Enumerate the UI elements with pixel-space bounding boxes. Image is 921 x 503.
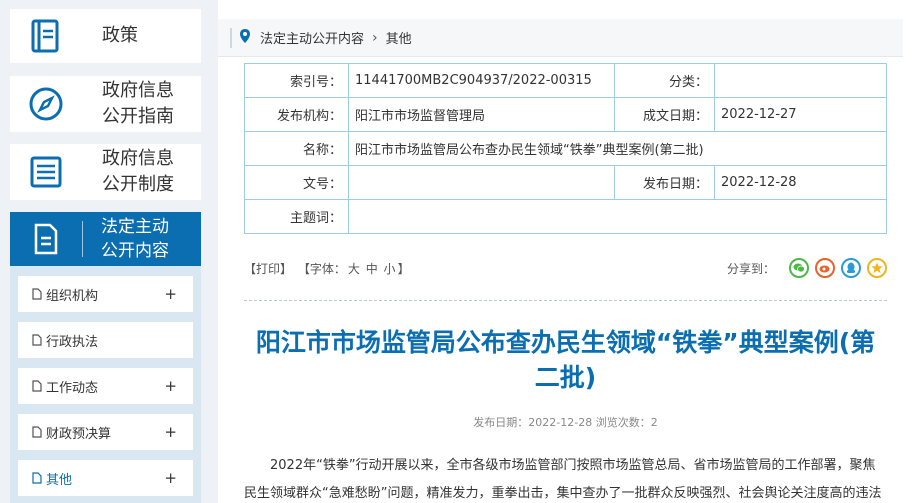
font-large-button[interactable]: 大 — [348, 262, 360, 276]
tools-left: 【打印】 【字体：大 中 小】 — [244, 262, 412, 276]
page-icon — [32, 288, 42, 300]
share-label: 分享到： — [726, 261, 775, 276]
sidebar-subitem-label: 工作动态 — [46, 380, 99, 396]
share-bar: 分享到： — [727, 258, 887, 278]
weibo-share-icon[interactable] — [815, 258, 835, 278]
expand-icon[interactable]: + — [164, 423, 177, 441]
main-content: 法定主动公开内容 › 其他 索引号： 11441700MB2C904937/20… — [218, 0, 921, 503]
sidebar-subitem-budget[interactable]: 财政预决算 + — [18, 414, 193, 450]
location-pin-icon — [240, 28, 250, 47]
breadcrumb-bar — [230, 27, 232, 48]
publish-date-label: 发布日期： — [614, 165, 715, 200]
index-label: 索引号： — [244, 63, 349, 98]
page-icon — [32, 472, 42, 484]
table-row: 名称： 阳江市市场监管局公布查办民生领域“铁拳”典型案例(第二批) — [244, 131, 887, 166]
publisher-value: 阳江市市场监督管理局 — [348, 97, 615, 132]
subject-label: 主题词： — [244, 199, 349, 234]
category-value — [714, 63, 887, 98]
sidebar-item-label: 法定主动 公开内容 — [101, 217, 169, 261]
sidebar-item-label: 政府信息 公开指南 — [102, 80, 174, 127]
sidebar-item-label: 政府信息 公开制度 — [102, 148, 174, 195]
page-icon — [32, 426, 42, 438]
breadcrumb-current[interactable]: 其他 — [386, 28, 412, 47]
sidebar-item-guide[interactable]: 政府信息 公开指南 — [10, 76, 201, 132]
metadata-table: 索引号： 11441700MB2C904937/2022-00315 分类： 发… — [244, 63, 887, 234]
expand-icon[interactable]: + — [164, 285, 177, 303]
docno-value — [348, 165, 615, 200]
sidebar-item-label: 政策 — [102, 25, 138, 46]
divider — [244, 300, 887, 301]
print-button[interactable]: 【打印】 — [244, 262, 292, 276]
qzone-share-icon[interactable] — [867, 258, 887, 278]
page-icon — [32, 334, 42, 346]
page-icon — [32, 380, 42, 392]
subject-value — [348, 199, 887, 234]
article-title: 阳江市市场监管局公布查办民生领域“铁拳”典型案例(第二批) — [255, 328, 876, 392]
category-label: 分类： — [614, 63, 715, 98]
sidebar-subitem-label: 财政预决算 — [46, 426, 112, 442]
sidebar-submenu: 组织机构 + 行政执法 工作动态 + 财政预决算 + 其他 + — [10, 266, 201, 503]
index-value: 11441700MB2C904937/2022-00315 — [348, 63, 615, 98]
expand-icon[interactable]: + — [164, 469, 177, 487]
table-row: 索引号： 11441700MB2C904937/2022-00315 分类： — [244, 63, 887, 98]
font-size-bracket: 】 — [397, 262, 410, 276]
qq-share-icon[interactable] — [841, 258, 861, 278]
sidebar-subitem-label: 其他 — [46, 472, 73, 488]
sidebar-subitem-organization[interactable]: 组织机构 + — [18, 276, 193, 312]
breadcrumb: 法定主动公开内容 › 其他 — [218, 19, 903, 57]
document-icon — [10, 222, 82, 256]
name-label: 名称： — [244, 131, 349, 166]
list-icon — [10, 144, 82, 200]
created-date-value: 2022-12-27 — [714, 97, 887, 132]
sidebar-subitem-label: 行政执法 — [46, 334, 99, 350]
table-row: 发布机构： 阳江市市场监督管理局 成文日期： 2022-12-27 — [244, 97, 887, 132]
table-row: 主题词： — [244, 199, 887, 234]
font-medium-button[interactable]: 中 — [366, 262, 378, 276]
expand-icon[interactable]: + — [164, 377, 177, 395]
publish-date-value: 2022-12-28 — [714, 165, 887, 200]
compass-icon — [10, 76, 82, 132]
docno-label: 文号： — [244, 165, 349, 200]
sidebar-item-system[interactable]: 政府信息 公开制度 — [10, 144, 201, 200]
created-date-label: 成文日期： — [614, 97, 715, 132]
publisher-label: 发布机构： — [244, 97, 349, 132]
sidebar-subitem-news[interactable]: 工作动态 + — [18, 368, 193, 404]
name-value: 阳江市市场监管局公布查办民生领域“铁拳”典型案例(第二批) — [348, 131, 887, 166]
article-tools: 【打印】 【字体：大 中 小】 分享到： — [244, 258, 887, 280]
sidebar-item-statutory-content[interactable]: 法定主动 公开内容 — [10, 212, 201, 266]
book-icon — [10, 9, 82, 63]
sidebar-subitem-enforcement[interactable]: 行政执法 — [18, 322, 193, 358]
sidebar: 政策 政府信息 公开指南 政府信息 公开制度 法定主动 公开内容 组织机构 + … — [0, 0, 210, 503]
font-small-button[interactable]: 小 — [384, 262, 396, 276]
breadcrumb-root[interactable]: 法定主动公开内容 — [260, 28, 364, 47]
font-size-label: 【字体： — [297, 262, 346, 276]
chevron-right-icon: › — [372, 29, 378, 46]
sidebar-item-policy[interactable]: 政策 — [10, 9, 201, 63]
wechat-share-icon[interactable] — [789, 258, 809, 278]
table-row: 文号： 发布日期： 2022-12-28 — [244, 165, 887, 200]
article-body: 2022年“铁拳”行动开展以来，全市各级市场监管部门按照市场监管总局、省市场监管… — [244, 458, 882, 501]
article-publish-info: 发布日期：2022-12-28 浏览次数：2 — [473, 416, 658, 429]
sidebar-subitem-label: 组织机构 — [46, 288, 99, 304]
sidebar-subitem-other[interactable]: 其他 + — [18, 460, 193, 496]
